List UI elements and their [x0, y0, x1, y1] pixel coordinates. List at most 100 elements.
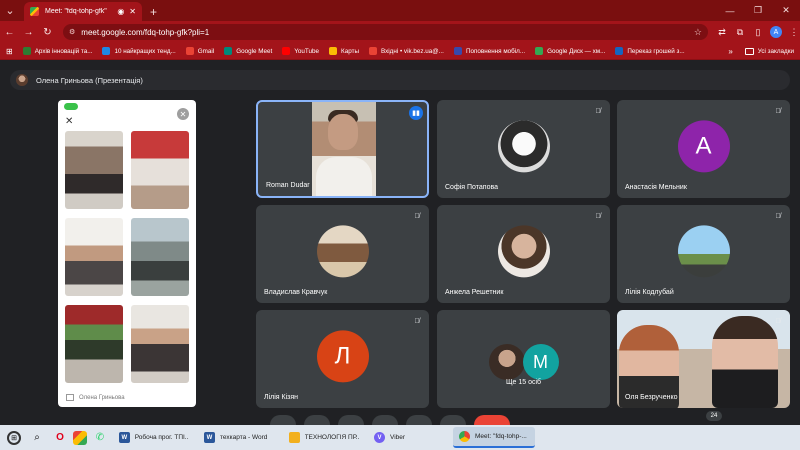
more-participants-tile[interactable]: M Ще 15 осіб: [437, 310, 610, 408]
avatar: [316, 225, 369, 278]
bookmark-item[interactable]: YouTube: [282, 47, 319, 55]
mic-off-icon: 🎙̸: [414, 212, 420, 220]
bookmark-item[interactable]: Google Диск — хм...: [535, 47, 605, 55]
bookmark-favicon-icon: [102, 47, 111, 55]
forward-icon[interactable]: →: [19, 21, 38, 43]
extensions-icon[interactable]: ⧉: [734, 27, 746, 38]
shared-photo: [65, 218, 123, 296]
meet-controls: [270, 415, 510, 425]
mic-off-icon: 🎙̸: [775, 212, 781, 220]
chrome-icon: [459, 431, 470, 442]
bookmark-item[interactable]: Вхідні • vik.bez.ua@...: [369, 47, 444, 55]
participant-tile-roman[interactable]: ▮▮ Roman Dudar: [256, 100, 429, 198]
avatar: [488, 344, 525, 380]
participant-tile-anastasia[interactable]: 🎙̸ A Анастасія Мельник: [617, 100, 790, 198]
presenter-avatar: [16, 74, 28, 86]
recording-icon: ◉: [117, 7, 125, 16]
opera-icon[interactable]: O: [50, 428, 70, 448]
bookmark-favicon-icon: [615, 47, 624, 55]
taskbar-app-viber[interactable]: V Viber: [368, 427, 450, 448]
whatsapp-icon[interactable]: ✆: [90, 428, 110, 448]
profile-avatar[interactable]: A: [770, 26, 782, 38]
bookmarks-bar: ⊞ Архів інновацій та... 10 найкращих тен…: [0, 43, 800, 60]
avatar: [497, 225, 550, 278]
shared-photo: [65, 305, 123, 383]
word-icon: W: [204, 432, 215, 443]
tab-search-icon[interactable]: ⌄: [0, 0, 20, 21]
end-call-button[interactable]: [474, 415, 510, 425]
mail-icon: [369, 47, 377, 55]
raise-hand-button[interactable]: [440, 415, 466, 425]
shared-screen: ✕ ✕ Олена Гриньова: [58, 100, 196, 407]
youtube-icon: [282, 47, 291, 55]
participant-name: Владислав Кравчук: [264, 289, 328, 296]
maps-icon: [329, 47, 338, 55]
participant-tile-sofia[interactable]: 🎙̸ Софія Потапова: [437, 100, 610, 198]
all-bookmarks[interactable]: Усі закладки: [758, 48, 794, 55]
shared-footer-name: Олена Гриньова: [79, 394, 125, 401]
window-controls: — ❐ ✕: [716, 0, 800, 21]
bookmark-item[interactable]: Google Meet: [224, 47, 272, 55]
viber-icon: V: [374, 432, 385, 443]
shared-photo: [131, 218, 189, 296]
apps-icon[interactable]: [73, 430, 87, 445]
tab-meet[interactable]: Meet: "fdq-tohp-gfk" ◉ ✕: [24, 2, 142, 21]
taskbar-app-word-2[interactable]: W техкарта - Word: [198, 427, 280, 448]
taskbar-app-folder[interactable]: ТЕХНОЛОГІЯ ПР...: [283, 427, 365, 448]
bookmark-item[interactable]: Архів інновацій та...: [22, 47, 92, 55]
bookmark-item[interactable]: Поповнення мобіл...: [453, 47, 525, 55]
present-button[interactable]: [406, 415, 432, 425]
sidepanel-icon[interactable]: ▯: [752, 27, 764, 38]
more-bookmarks-icon[interactable]: »: [728, 47, 732, 56]
participant-count-badge: 24: [706, 411, 722, 421]
shared-footer: Олена Гриньова: [66, 394, 125, 401]
reactions-button[interactable]: [372, 415, 398, 425]
menu-kebab-icon[interactable]: ⋮: [788, 27, 800, 38]
maximize-icon[interactable]: ❐: [744, 0, 772, 21]
minimize-icon[interactable]: —: [716, 0, 744, 21]
call-indicator-icon: [64, 102, 78, 110]
translate-icon[interactable]: ⇄: [716, 27, 728, 38]
search-icon[interactable]: ⌕: [27, 428, 47, 448]
reload-icon[interactable]: ↻: [38, 21, 57, 43]
back-icon[interactable]: ←: [0, 21, 19, 43]
avatar: A: [677, 120, 730, 173]
participant-tile-olia[interactable]: 🎙̸ Оля Безрученко: [617, 310, 790, 408]
address-bar[interactable]: ⚙ meet.google.com/fdq-tohp-gfk?pli=1 ☆: [63, 24, 708, 40]
phone-status-bar: [58, 100, 196, 112]
mic-off-icon: 🎙̸: [414, 317, 420, 325]
bookmark-item[interactable]: 10 найкращих тенд...: [102, 47, 176, 55]
shared-photo: [131, 131, 189, 209]
speaking-indicator-icon: ▮▮: [409, 106, 423, 120]
close-tab-icon[interactable]: ✕: [129, 7, 136, 16]
apps-grid-icon[interactable]: ⊞: [6, 47, 13, 56]
camera-button[interactable]: [304, 415, 330, 425]
new-tab-icon[interactable]: +: [150, 2, 157, 21]
drive-icon: [535, 47, 544, 55]
mic-off-icon: 🎙̸: [595, 107, 601, 115]
participant-name: Лілія Кодлубай: [625, 289, 674, 296]
site-info-icon[interactable]: ⚙: [69, 28, 75, 36]
url-text: meet.google.com/fdq-tohp-gfk?pli=1: [81, 27, 210, 37]
bookmark-item[interactable]: Переказ грошей з...: [615, 47, 685, 55]
participant-tile-lilia-kodlubai[interactable]: 🎙̸ Лілія Кодлубай: [617, 205, 790, 303]
avatar: [497, 120, 550, 173]
participant-tile-anzhela[interactable]: 🎙̸ Анжела Решетник: [437, 205, 610, 303]
bookmark-star-icon[interactable]: ☆: [694, 27, 702, 38]
start-button[interactable]: ⊞: [4, 428, 24, 448]
captions-button[interactable]: [338, 415, 364, 425]
mic-off-icon: 🎙̸: [775, 107, 781, 115]
participant-tile-lilia-kizyan[interactable]: 🎙̸ Л Лілія Кізян: [256, 310, 429, 408]
bookmark-item[interactable]: Карты: [329, 47, 359, 55]
taskbar-app-word-1[interactable]: W Робоча прог. ТПІ...: [113, 427, 195, 448]
participant-tile-vladyslav[interactable]: 🎙̸ Владислав Кравчук: [256, 205, 429, 303]
participant-video: [312, 102, 376, 196]
dismiss-icon: ✕: [177, 108, 189, 120]
close-window-icon[interactable]: ✕: [772, 0, 800, 21]
taskbar-app-chrome[interactable]: Meet: "fdq-tohp-...: [453, 427, 535, 448]
folder-icon: [744, 48, 754, 55]
participant-group-avatars: M: [488, 344, 559, 380]
shared-photo: [131, 305, 189, 383]
bookmark-item[interactable]: Gmail: [185, 47, 214, 55]
mic-button[interactable]: [270, 415, 296, 425]
